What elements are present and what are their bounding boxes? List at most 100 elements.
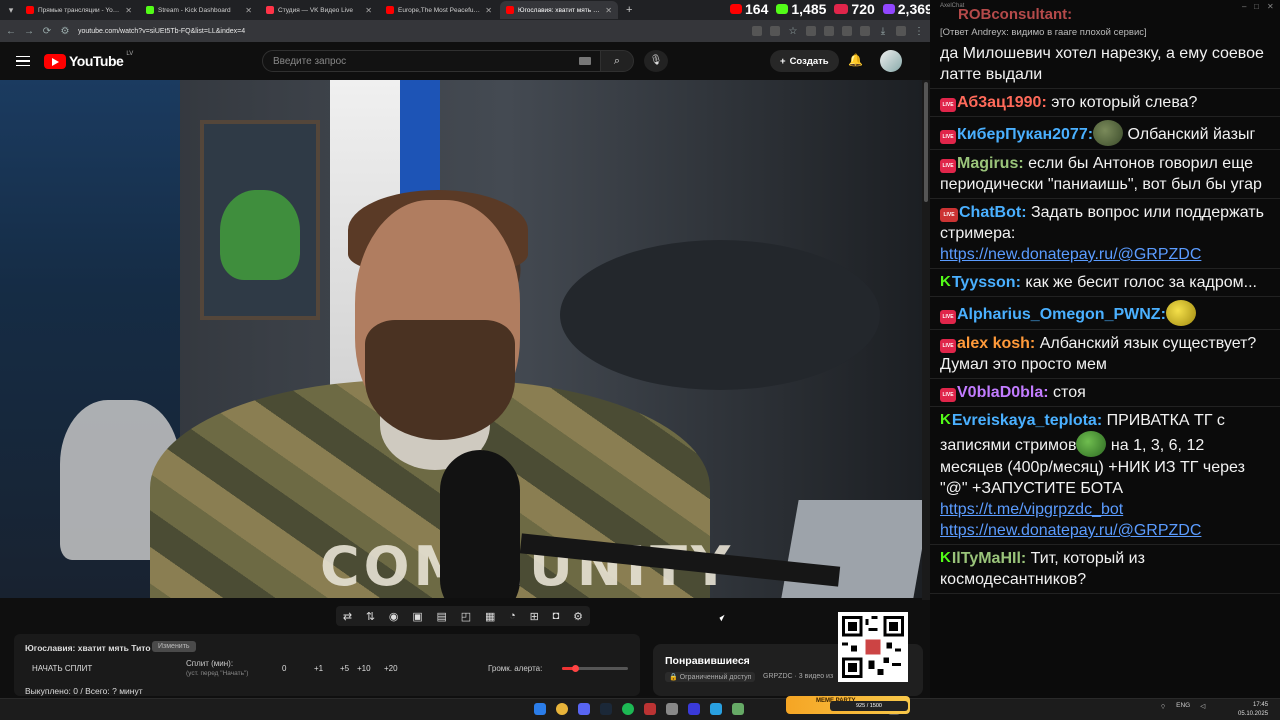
add-20-button[interactable]: +20: [384, 664, 398, 673]
chat-nick[interactable]: Magirus:: [957, 155, 1024, 172]
chat-nick[interactable]: IlTyMaHIl:: [952, 550, 1026, 567]
browser-tab[interactable]: Stream - Kick Dashboard ✕: [140, 1, 258, 19]
alert-volume-label: Громк. алерта:: [488, 664, 543, 673]
start-icon[interactable]: [534, 703, 546, 715]
chat-nick[interactable]: Alpharius_Omegon_PWNZ:: [957, 306, 1166, 323]
extension-icon[interactable]: [806, 26, 816, 36]
telegram-icon[interactable]: [710, 703, 722, 715]
url-field[interactable]: youtube.com/watch?v=siUEt5Tb-FQ&list=LL&…: [78, 28, 744, 35]
profile-icon[interactable]: [896, 26, 906, 36]
edit-button[interactable]: Изменить: [152, 641, 196, 652]
browser-tab[interactable]: Прямые трансляции - YouTube✕: [20, 1, 138, 19]
add-5-button[interactable]: +5: [340, 664, 349, 673]
chat-text: как же бесит голос за кадром...: [1020, 274, 1257, 291]
browser-tab-active[interactable]: Югославия: хватит мять Ти... ✕: [500, 1, 618, 19]
site-info-icon[interactable]: ⚙: [60, 26, 70, 37]
discord-icon[interactable]: [578, 703, 590, 715]
chat-nick[interactable]: КиберПукан2077:: [957, 126, 1093, 143]
new-tab-button[interactable]: +: [620, 4, 638, 16]
chat-nick[interactable]: Аб3ац1990:: [957, 94, 1047, 111]
reload-icon[interactable]: ⟳: [42, 26, 52, 37]
app-icon[interactable]: [666, 703, 678, 715]
create-button[interactable]: + Создать: [770, 50, 839, 72]
notifications-bell-icon[interactable]: 🔔: [848, 53, 863, 67]
stream-icon[interactable]: ▣: [412, 610, 422, 623]
chrome-icon[interactable]: [556, 703, 568, 715]
search-input[interactable]: Введите запрос: [262, 50, 602, 72]
start-split-button[interactable]: НАЧАТЬ СПЛИТ: [32, 664, 92, 673]
close-icon[interactable]: ✕: [1267, 2, 1274, 11]
wifi-icon[interactable]: ⌔: [1160, 702, 1166, 711]
browser-tab[interactable]: Europe,The Most Peaceful Conti...✕: [380, 1, 498, 19]
split-value[interactable]: 0: [282, 664, 286, 673]
menu-dots-icon[interactable]: ⋮: [914, 26, 924, 37]
close-icon[interactable]: ✕: [605, 6, 612, 15]
search-button[interactable]: ⌕: [600, 50, 634, 72]
slider-thumb[interactable]: [572, 665, 580, 672]
extension-icon[interactable]: [824, 26, 834, 36]
meme-progress: 925 / 1500: [830, 701, 908, 711]
close-icon[interactable]: ✕: [125, 6, 132, 15]
download-icon[interactable]: ⤓: [878, 26, 888, 37]
chat-message: LIVE alex kosh: Албанский язык существует…: [930, 330, 1280, 379]
chat-message: KIlTyMaHIl: Тит, который из космодесантн…: [930, 545, 1280, 594]
frame-icon[interactable]: ▦: [485, 610, 495, 623]
page-scrollbar[interactable]: [922, 80, 930, 600]
extension-icon[interactable]: [770, 26, 780, 36]
chat-link[interactable]: https://new.donatepay.ru/@GRPZDC: [940, 246, 1201, 263]
playlist-title[interactable]: Понравившиеся: [665, 655, 750, 667]
plus-icon: +: [780, 55, 786, 67]
clock[interactable]: 17:45 05.10.2025: [1238, 701, 1268, 719]
camera-icon[interactable]: ◘: [553, 610, 560, 622]
bookmark-star-icon[interactable]: ☆: [788, 26, 798, 37]
loop-icon[interactable]: ⇄: [343, 610, 352, 623]
extension-icon[interactable]: [860, 26, 870, 36]
menu-icon[interactable]: [16, 55, 30, 67]
settings-gear-icon[interactable]: ⚙: [573, 610, 583, 623]
audio-icon[interactable]: ◉: [389, 610, 399, 623]
close-icon[interactable]: ✕: [245, 6, 252, 15]
extension-icon[interactable]: [842, 26, 852, 36]
add-10-button[interactable]: +10: [357, 664, 371, 673]
screenshot-icon[interactable]: ◰: [461, 610, 471, 623]
chat-nick[interactable]: V0blaD0bla:: [957, 384, 1049, 401]
vk-live-badge-icon: LIVE: [940, 130, 956, 144]
alert-volume-slider[interactable]: [562, 665, 628, 672]
browser-tab[interactable]: Студия — VK Видео Live ✕: [260, 1, 378, 19]
kick-badge-icon: K: [940, 273, 951, 290]
kick-badge-icon: K: [940, 549, 951, 566]
steam-icon[interactable]: [600, 703, 612, 715]
language-indicator[interactable]: ENG: [1176, 702, 1190, 711]
chat-nick[interactable]: ChatBot:: [959, 204, 1027, 221]
chat-link[interactable]: https://new.donatepay.ru/@GRPZDC: [940, 522, 1201, 539]
keyboard-icon[interactable]: [579, 57, 591, 65]
minimize-icon[interactable]: –: [1242, 2, 1246, 11]
close-icon[interactable]: ✕: [485, 6, 492, 15]
film-icon[interactable]: ▤: [437, 610, 447, 623]
avatar[interactable]: [880, 50, 902, 72]
chat-nick[interactable]: alex kosh:: [957, 335, 1035, 352]
extension-icon[interactable]: [752, 26, 762, 36]
app-icon[interactable]: [688, 703, 700, 715]
chat-nick[interactable]: Tyysson:: [952, 274, 1021, 291]
youtube-logo[interactable]: YouTube LV: [44, 51, 133, 69]
close-icon[interactable]: ✕: [365, 6, 372, 15]
app-icon[interactable]: [732, 703, 744, 715]
tab-search-icon[interactable]: ▾: [4, 3, 18, 17]
chat-nick[interactable]: Evreiskaya_teplota:: [952, 412, 1102, 429]
sort-icon[interactable]: ⇅: [366, 610, 375, 623]
forward-icon[interactable]: →: [24, 26, 34, 37]
voice-search-button[interactable]: 🎙: [644, 50, 668, 72]
volume-icon[interactable]: ◁: [1200, 702, 1205, 711]
speed-icon[interactable]: ◔: [509, 610, 516, 622]
vk-viewers: 720: [834, 1, 875, 17]
maximize-icon[interactable]: □: [1254, 2, 1259, 11]
spotify-icon[interactable]: [622, 703, 634, 715]
obs-icon[interactable]: [644, 703, 656, 715]
video-player[interactable]: COMMUNITY: [0, 80, 922, 598]
back-icon[interactable]: ←: [6, 26, 16, 37]
chat-link[interactable]: https://t.me/vipgrpzdc_bot: [940, 501, 1123, 518]
add-icon[interactable]: ⊞: [530, 610, 539, 623]
add-1-button[interactable]: +1: [314, 664, 323, 673]
split-sublabel: (уст. перед "Начать"): [186, 670, 249, 677]
